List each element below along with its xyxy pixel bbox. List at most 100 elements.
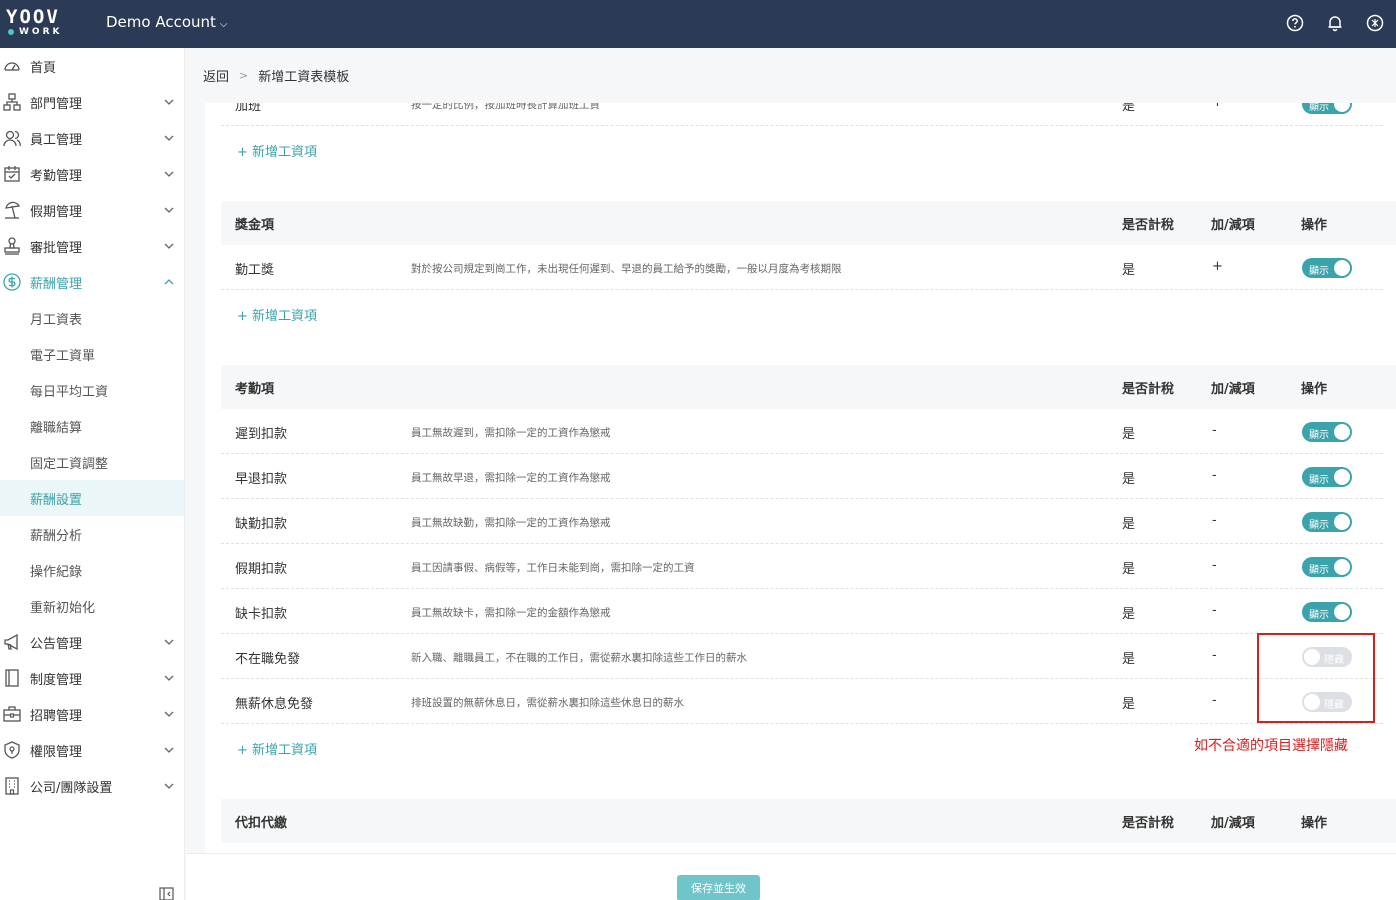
salary-item-row: 早退扣款 員工無故早退，需扣除一定的工資作為懲戒 是 - 顯示 (221, 454, 1383, 499)
column-action: 操作 (1301, 816, 1328, 831)
column-plus-minus: 加/減項 (1211, 816, 1255, 831)
chevron-down-icon (164, 708, 174, 718)
visibility-toggle[interactable]: 顯示 (1302, 512, 1352, 532)
bonus-section-header: 獎金項 是否計稅 加/減項 操作 (221, 201, 1396, 245)
column-plus-minus: 加/減項 (1211, 382, 1255, 397)
section-title: 獎金項 (235, 218, 275, 233)
breadcrumb: 返回 > 新增工資表模板 (203, 66, 349, 85)
dashboard-icon (2, 56, 22, 76)
add-salary-item-link[interactable]: + 新增工資項 (237, 305, 317, 324)
sidebar-item[interactable]: 公司/團隊設置 (0, 768, 184, 804)
sidebar-item-label: 考勤管理 (30, 168, 83, 184)
chevron-right-icon: > (239, 69, 249, 82)
visibility-toggle[interactable]: 顯示 (1302, 103, 1352, 114)
sidebar-item[interactable]: 部門管理 (0, 84, 184, 120)
org-chart-icon (2, 92, 22, 112)
column-tax: 是否計稅 (1122, 816, 1175, 831)
sidebar-subitem[interactable]: 重新初始化 (0, 588, 184, 624)
visibility-toggle[interactable]: 顯示 (1302, 422, 1352, 442)
toggle-knob (1334, 424, 1350, 440)
salary-item-row: 假期扣款 員工因請事假、病假等，工作日未能到崗，需扣除一定的工資 是 - 顯示 (221, 544, 1383, 589)
item-name: 不在職免發 (235, 652, 301, 667)
item-name: 加班 (235, 103, 262, 114)
sidebar-item[interactable]: 考勤管理 (0, 156, 184, 192)
item-tax: 是 (1122, 517, 1136, 532)
item-tax: 是 (1122, 697, 1136, 712)
chevron-down-icon (164, 780, 174, 790)
add-salary-item-link[interactable]: + 新增工資項 (237, 739, 317, 758)
account-name: Demo Account (106, 13, 216, 31)
sidebar-item[interactable]: 審批管理 (0, 228, 184, 264)
visibility-toggle[interactable]: 顯示 (1302, 467, 1352, 487)
toggle-knob (1334, 514, 1350, 530)
chevron-down-icon (164, 672, 174, 682)
sidebar-item[interactable]: 公告管理 (0, 624, 184, 660)
sidebar-subitem[interactable]: 薪酬分析 (0, 516, 184, 552)
page-title: 新增工資表模板 (258, 70, 350, 85)
visibility-toggle[interactable]: 顯示 (1302, 557, 1352, 577)
yoov-work-logo[interactable]: YOOV WORK (6, 7, 72, 41)
help-icon[interactable] (1284, 12, 1306, 34)
sidebar-item-label: 權限管理 (30, 744, 83, 760)
chevron-down-icon (164, 168, 174, 178)
toggle-label: 顯示 (1309, 610, 1329, 621)
back-link[interactable]: 返回 (203, 66, 229, 85)
section-title: 代扣代繳 (235, 816, 288, 831)
logo-dot (8, 28, 14, 35)
chevron-down-icon: ⌵ (219, 19, 228, 30)
sidebar-item[interactable]: 制度管理 (0, 660, 184, 696)
item-description: 排班設置的無薪休息日，需從薪水裏扣除這些休息日的薪水 (411, 697, 684, 709)
item-description: 新入職、離職員工，不在職的工作日，需從薪水裏扣除這些工作日的薪水 (411, 652, 747, 664)
item-description: 按一定的比例，按加班時長計算加班工資 (411, 103, 600, 111)
item-description: 員工無故缺卡，需扣除一定的金額作為懲戒 (411, 607, 611, 619)
sidebar-subitem[interactable]: 操作紀錄 (0, 552, 184, 588)
logo-text: YOOV (6, 6, 60, 28)
sidebar-subitem[interactable]: 月工資表 (0, 300, 184, 336)
stamp-icon (2, 236, 22, 256)
chevron-down-icon (164, 132, 174, 142)
sidebar-subitem[interactable]: 薪酬設置 (0, 480, 184, 516)
column-action: 操作 (1301, 382, 1328, 397)
add-salary-item-link[interactable]: + 新增工資項 (237, 141, 317, 160)
calendar-icon (2, 164, 22, 184)
chevron-down-icon (164, 240, 174, 250)
item-description: 對於按公司規定到崗工作，未出現任何遲到、早退的員工給予的獎勵，一般以月度為考核期… (411, 263, 842, 275)
item-plus-minus: - (1212, 423, 1217, 438)
visibility-toggle[interactable]: 顯示 (1302, 258, 1352, 278)
toggle-label: 顯示 (1309, 475, 1329, 486)
item-name: 假期扣款 (235, 562, 288, 577)
logo-subtext: WORK (19, 27, 63, 37)
column-plus-minus: 加/減項 (1211, 218, 1255, 233)
sidebar-item[interactable]: 招聘管理 (0, 696, 184, 732)
item-name: 勤工獎 (235, 263, 275, 278)
collapse-sidebar-icon[interactable] (159, 886, 175, 900)
sidebar-item[interactable]: 權限管理 (0, 732, 184, 768)
toggle-knob (1334, 469, 1350, 485)
sidebar: 首頁 部門管理 員工管理考勤管理假期管理審批管理薪酬管理 月工資表 電子工資單 每日平均… (0, 48, 185, 900)
toggle-label: 顯示 (1309, 103, 1329, 113)
visibility-toggle[interactable]: 顯示 (1302, 602, 1352, 622)
sidebar-item[interactable]: 假期管理 (0, 192, 184, 228)
sidebar-item[interactable]: 員工管理 (0, 120, 184, 156)
sidebar-subitem[interactable]: 電子工資單 (0, 336, 184, 372)
save-and-apply-button[interactable]: 保存並生效 (677, 875, 760, 900)
building-icon (2, 776, 22, 796)
sidebar-item-label: 審批管理 (30, 240, 83, 256)
section-title: 考勤項 (235, 382, 275, 397)
toggle-knob (1334, 604, 1350, 620)
sidebar-item[interactable]: 首頁 (0, 48, 184, 84)
item-description: 員工無故遲到，需扣除一定的工資作為懲戒 (411, 427, 611, 439)
item-name: 遲到扣款 (235, 427, 288, 442)
item-plus-minus: - (1212, 648, 1217, 663)
sidebar-subitem[interactable]: 離職結算 (0, 408, 184, 444)
annotation-text: 如不合適的項目選擇隱藏 (1194, 738, 1348, 754)
toggle-label: 顯示 (1309, 565, 1329, 576)
sidebar-item[interactable]: 薪酬管理 (0, 264, 184, 300)
bell-icon[interactable] (1324, 12, 1346, 34)
item-tax: 是 (1122, 263, 1136, 278)
language-icon[interactable] (1364, 12, 1386, 34)
item-name: 無薪休息免發 (235, 697, 314, 712)
sidebar-subitem[interactable]: 每日平均工資 (0, 372, 184, 408)
sidebar-subitem[interactable]: 固定工資調整 (0, 444, 184, 480)
account-switcher[interactable]: Demo Account ⌵ (106, 13, 228, 31)
